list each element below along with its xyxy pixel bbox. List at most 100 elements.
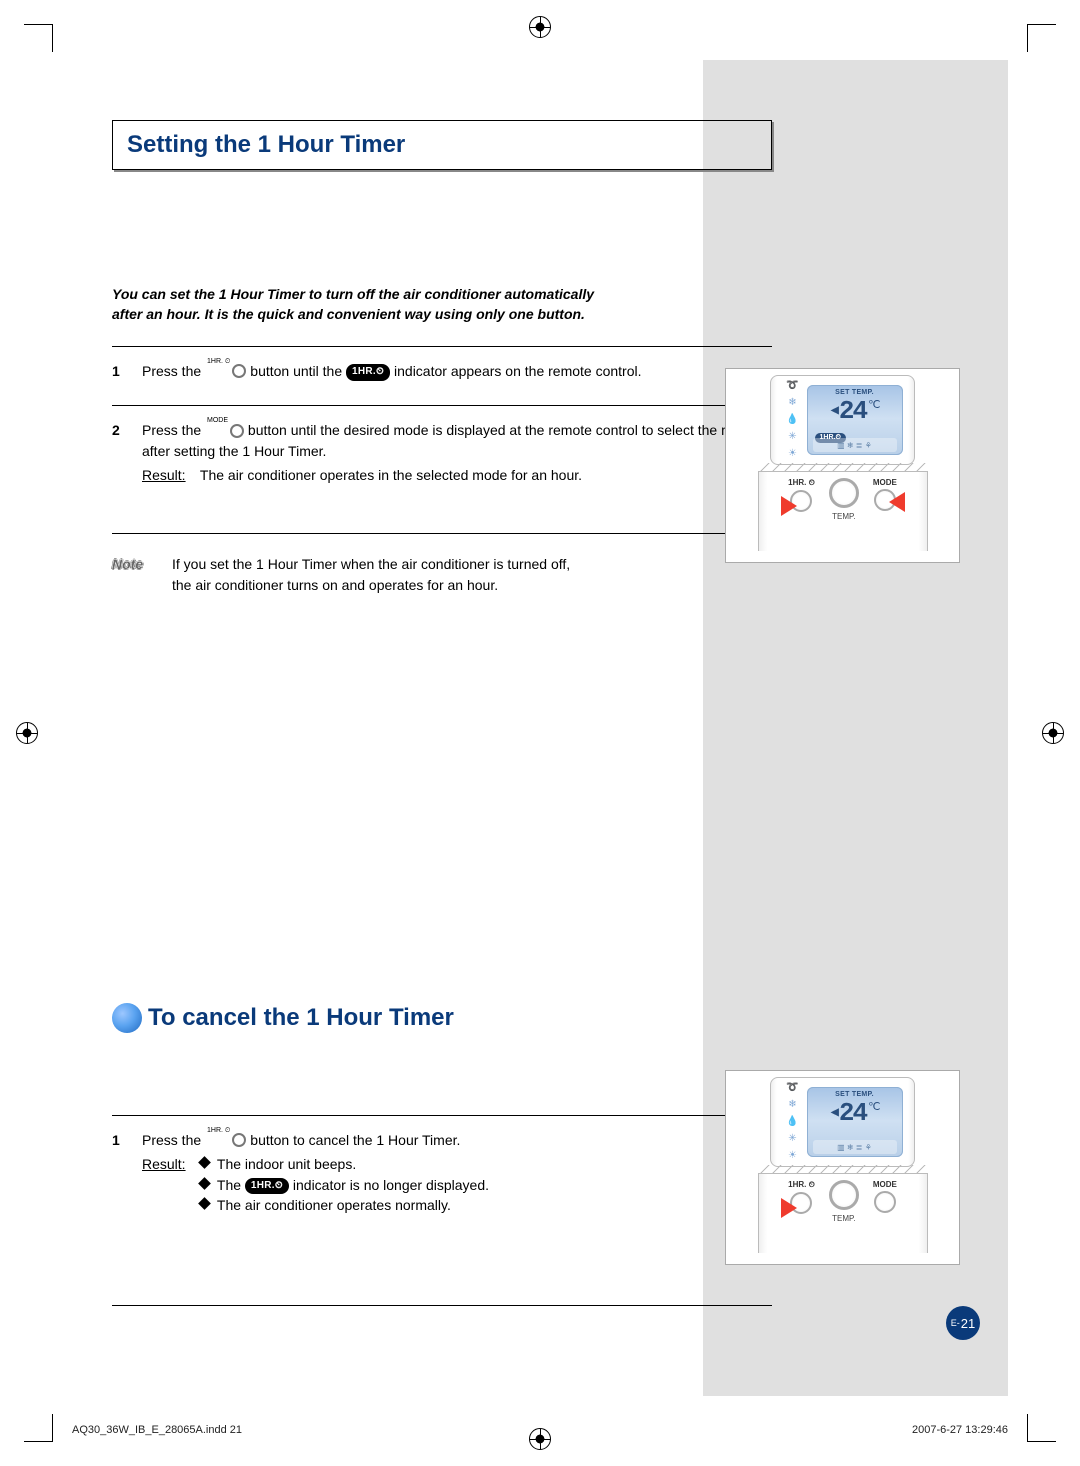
step-number: 2 [112, 420, 142, 485]
intro-line: You can set the 1 Hour Timer to turn off… [112, 286, 594, 302]
print-footer: AQ30_36W_IB_E_28065A.indd 21 2007-6-27 1… [72, 1424, 1008, 1436]
button-ring-icon [232, 1133, 246, 1147]
button-label: 1HR. ⏲ [788, 478, 815, 488]
remote-temp-button: TEMP. [829, 478, 859, 521]
button-label: 1HR. ⏲ [788, 1180, 815, 1190]
crop-mark [1028, 24, 1056, 25]
step-number: 1 [112, 1130, 142, 1215]
note-line: If you set the 1 Hour Timer when the air… [172, 556, 570, 572]
registration-mark-icon [1042, 722, 1064, 744]
lcd-temp-value: 24 [839, 396, 866, 426]
triangle-left-icon: ◀ [830, 402, 836, 419]
text: indicator appears on the remote control. [394, 363, 641, 379]
bullet-text: The air conditioner operates normally. [217, 1195, 451, 1215]
footer-filename: AQ30_36W_IB_E_28065A.indd 21 [72, 1424, 242, 1436]
remote-lcd: SET TEMP. ◀ 24 ℃ 1HR.⏲ ▥ ❄ ≣ ⚘ [807, 385, 903, 455]
result-text: The air conditioner operates in the sele… [200, 465, 760, 485]
note-label: Note [112, 554, 172, 595]
lcd-degree: ℃ [868, 1100, 878, 1114]
mode-cool-icon: ❄ [786, 1098, 800, 1112]
button-label: TEMP. [832, 512, 855, 521]
heading-text: To cancel the 1 Hour Timer [148, 1004, 454, 1032]
text: button until the [250, 363, 346, 379]
button-label: MODE [873, 478, 897, 487]
text: Press the [142, 363, 205, 379]
step-number: 1 [112, 361, 142, 381]
mode-icon-column: ➰ ❄ 💧 ✳ ☀ [783, 1081, 803, 1163]
indicator-pill-1hr: 1HR.⏲ [346, 364, 390, 381]
button-ring-icon [874, 1191, 896, 1213]
note-body: If you set the 1 Hour Timer when the air… [172, 554, 772, 595]
mode-fan-icon: ✳ [786, 1132, 800, 1146]
text: Press the [142, 422, 205, 438]
mode-auto-icon: ➰ [786, 379, 800, 393]
remote-lcd: SET TEMP. ◀ 24 ℃ ▥ ❄ ≣ ⚘ [807, 1087, 903, 1157]
registration-mark-icon [529, 16, 551, 38]
page-number: 21 [961, 1316, 975, 1331]
button-ring-icon [829, 1180, 859, 1210]
bullet-text: indicator is no longer displayed. [293, 1177, 489, 1193]
button-ring-icon [829, 478, 859, 508]
cancel-step-1: 1 Press the 1HR. ⏲ button to cancel the … [112, 1115, 772, 1306]
text: button to cancel the 1 Hour Timer. [250, 1132, 460, 1148]
step-2: 2 Press the MODE button until the desire… [112, 405, 772, 534]
remote-illustration-cancel: ➰ ❄ 💧 ✳ ☀ SET TEMP. ◀ 24 ℃ ▥ ❄ ≣ ⚘ [725, 1070, 960, 1265]
intro-text: You can set the 1 Hour Timer to turn off… [112, 285, 772, 324]
step-1: 1 Press the 1HR. ⏲ button until the 1HR.… [112, 346, 772, 405]
step-body: Press the 1HR. ⏲ button until the 1HR.⏲ … [142, 361, 772, 381]
highlight-arrow-icon [889, 492, 905, 512]
result-label: Result: [142, 465, 196, 485]
button-label: TEMP. [832, 1214, 855, 1223]
lcd-degree: ℃ [868, 398, 878, 412]
remote-mode-button: MODE [873, 1180, 897, 1213]
highlight-arrow-icon [781, 496, 797, 516]
mode-fan-icon: ✳ [786, 430, 800, 444]
mode-cool-icon: ❄ [786, 396, 800, 410]
page-title: Setting the 1 Hour Timer [112, 120, 772, 170]
lcd-bottom-icons: ▥ ❄ ≣ ⚘ [813, 1140, 897, 1154]
lcd-bottom-icons: ▥ ❄ ≣ ⚘ [813, 438, 897, 452]
crop-mark [24, 24, 52, 25]
bullet-diamond-icon [198, 1177, 211, 1190]
bullet-diamond-icon [198, 1197, 211, 1210]
button-ring-icon [232, 364, 246, 378]
lcd-temp-value: 24 [839, 1098, 866, 1128]
section-heading: To cancel the 1 Hour Timer [112, 1003, 772, 1033]
button-label-1hr: 1HR. ⏲ [207, 1127, 230, 1134]
lcd-set-temp-label: SET TEMP. [813, 1091, 897, 1098]
footer-timestamp: 2007-6-27 13:29:46 [912, 1424, 1008, 1436]
text: Press the [142, 1132, 205, 1148]
mode-dry-icon: 💧 [786, 1115, 800, 1129]
button-label: MODE [873, 1180, 897, 1189]
crop-mark [1027, 24, 1028, 52]
mode-icon-column: ➰ ❄ 💧 ✳ ☀ [783, 379, 803, 461]
page-number-prefix: E- [951, 1318, 960, 1328]
triangle-left-icon: ◀ [830, 1104, 836, 1121]
remote-temp-button: TEMP. [829, 1180, 859, 1223]
button-label-mode: MODE [207, 417, 228, 424]
step-body: Press the MODE button until the desired … [142, 420, 772, 485]
bullet-text: The [217, 1177, 245, 1193]
registration-mark-icon [16, 722, 38, 744]
crop-mark [52, 24, 53, 52]
note-line: the air conditioner turns on and operate… [172, 577, 498, 593]
highlight-arrow-icon [781, 1198, 797, 1218]
note-block: Note If you set the 1 Hour Timer when th… [112, 554, 772, 595]
button-ring-icon [230, 424, 244, 438]
indicator-pill-1hr: 1HR.⏲ [245, 1178, 289, 1195]
crop-mark [52, 1414, 53, 1442]
result-label: Result: [142, 1154, 196, 1174]
step-body: Press the 1HR. ⏲ button to cancel the 1 … [142, 1130, 772, 1215]
mode-heat-icon: ☀ [786, 447, 800, 461]
mode-dry-icon: 💧 [786, 413, 800, 427]
remote-illustration-set: ➰ ❄ 💧 ✳ ☀ SET TEMP. ◀ 24 ℃ 1HR.⏲ ▥ ❄ ≣ ⚘ [725, 368, 960, 563]
button-label-1hr: 1HR. ⏲ [207, 358, 230, 365]
intro-line: after an hour. It is the quick and conve… [112, 306, 585, 322]
mode-heat-icon: ☀ [786, 1149, 800, 1163]
page-number-badge: E-21 [946, 1306, 980, 1340]
heading-bullet-icon [112, 1003, 142, 1033]
bullet-diamond-icon [198, 1156, 211, 1169]
crop-mark [1028, 1441, 1056, 1442]
crop-mark [1027, 1414, 1028, 1442]
bullet-text: The indoor unit beeps. [217, 1154, 356, 1174]
